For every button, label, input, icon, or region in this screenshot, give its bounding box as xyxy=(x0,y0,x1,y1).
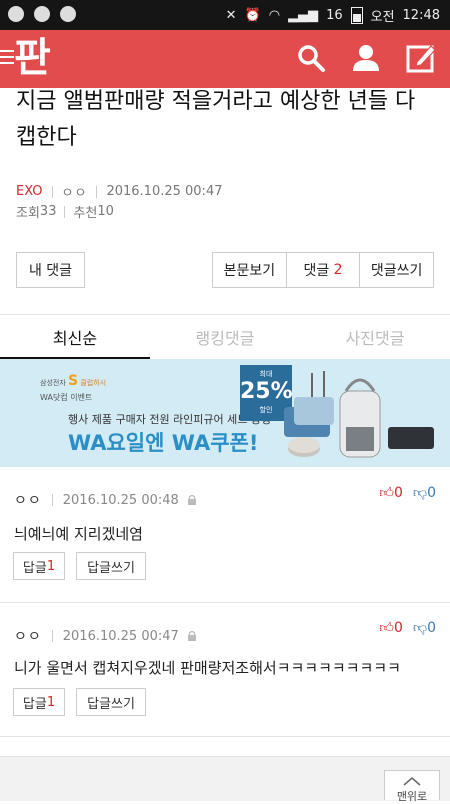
comment-meta: ㅇㅇ 2016.10.25 00:47 xyxy=(14,626,197,646)
chevron-up-icon xyxy=(403,777,421,786)
banner-sub: WA닷컴 이벤트 xyxy=(40,393,93,402)
user-icon[interactable] xyxy=(351,43,381,73)
write-comment-button[interactable]: 댓글쓰기 xyxy=(360,253,433,287)
comment-text: 니가 울면서 캡쳐지우겠네 판매량저조해서ㅋㅋㅋㅋㅋㅋㅋㅋㅋ xyxy=(14,659,401,677)
comment-tabs: 최신순 랭킹댓글 사진댓글 xyxy=(0,314,450,360)
comments-button[interactable]: 댓글 2 xyxy=(287,253,361,287)
downvote-button[interactable]: 👎︎0 xyxy=(413,619,436,636)
upvote-button[interactable]: 👍︎0 xyxy=(379,619,403,636)
talk-icon xyxy=(60,6,76,22)
reply-count: 1 xyxy=(46,558,56,574)
tab-photo[interactable]: 사진댓글 xyxy=(300,315,450,359)
banner-brand: 삼성전자 S 클럽하시 xyxy=(40,373,106,389)
alarm-icon: ⏰ xyxy=(244,8,261,23)
recommend-count: 10 xyxy=(97,204,114,219)
reply-button[interactable]: 답글 1 xyxy=(13,688,65,716)
divider xyxy=(96,185,98,198)
divider xyxy=(51,185,53,198)
upvote-count: 0 xyxy=(393,485,403,501)
reply-label: 답글 xyxy=(22,560,47,576)
status-system-icons: ✕ ⏰ ◠ ▂▄▆ 16 오전 12:48 xyxy=(226,6,440,25)
comment-author: ㅇㅇ xyxy=(14,493,42,509)
views-label: 조회 xyxy=(16,206,40,221)
banner-brand-name: 삼성전자 xyxy=(40,379,66,387)
comments-label: 댓글 xyxy=(303,263,330,279)
divider xyxy=(64,205,66,218)
logo[interactable]: 판 xyxy=(14,34,51,82)
post-category[interactable]: EXO xyxy=(16,184,43,199)
divider xyxy=(51,494,53,506)
post-action-group: 본문보기 댓글 2 댓글쓰기 xyxy=(212,252,434,288)
comment-text: 늬예늬예 지리겠네염 xyxy=(14,525,143,543)
comment-votes: 👍︎0 👎︎0 xyxy=(379,484,436,501)
post-meta: EXO ㅇㅇ 2016.10.25 00:47 xyxy=(16,182,222,201)
my-comments-button[interactable]: 내 댓글 xyxy=(16,252,85,288)
menu-icon[interactable] xyxy=(0,50,14,66)
downvote-count: 0 xyxy=(427,620,436,636)
tab-ranking[interactable]: 랭킹댓글 xyxy=(150,315,300,359)
post-author: ㅇㅇ xyxy=(61,186,88,201)
views-count: 33 xyxy=(39,204,57,219)
comment-author: ㅇㅇ xyxy=(14,629,42,645)
clip-icon xyxy=(34,6,50,22)
tab-latest[interactable]: 최신순 xyxy=(0,315,150,360)
mute-icon: ✕ xyxy=(225,8,237,23)
app-header: 판 xyxy=(0,30,450,88)
scroll-top-label: 맨위로 xyxy=(396,790,428,803)
battery-icon xyxy=(350,7,363,24)
status-notification-icons xyxy=(8,6,76,22)
app-notification-icon xyxy=(8,6,24,22)
reply-button[interactable]: 답글 1 xyxy=(13,552,65,580)
view-body-button[interactable]: 본문보기 xyxy=(213,253,287,287)
footer xyxy=(0,756,450,801)
status-time: 12:48 xyxy=(402,8,440,23)
recommend-label: 추천 xyxy=(73,206,98,221)
signal-strength-text: 16 xyxy=(326,8,343,23)
downvote-button[interactable]: 👎︎0 xyxy=(413,484,436,501)
comment-datetime: 2016.10.25 00:48 xyxy=(62,492,179,508)
product-images xyxy=(284,371,434,458)
banner-brand-sub: 클럽하시 xyxy=(80,379,107,387)
banner-brand-mark: S xyxy=(68,373,79,389)
scroll-top-button[interactable]: 맨위로 xyxy=(384,770,440,803)
reply-count: 1 xyxy=(46,694,56,710)
reply-label: 답글 xyxy=(22,696,47,712)
banner-line2: WA요일엔 WA쿠폰! xyxy=(68,431,259,455)
lock-icon[interactable] xyxy=(187,494,197,506)
write-reply-button[interactable]: 답글쓰기 xyxy=(76,688,146,716)
wifi-icon: ◠ xyxy=(268,8,281,23)
divider xyxy=(0,602,450,603)
status-bar: ✕ ⏰ ◠ ▂▄▆ 16 오전 12:48 xyxy=(0,0,450,30)
divider xyxy=(0,736,450,737)
upvote-button[interactable]: 👍︎0 xyxy=(379,484,403,501)
post-title: 지금 앨범판매량 적을거라고 예상한 년들 다 캡한다 xyxy=(16,89,416,150)
comment-datetime: 2016.10.25 00:47 xyxy=(62,628,179,644)
upvote-count: 0 xyxy=(393,620,403,636)
comments-count: 2 xyxy=(333,262,343,278)
divider xyxy=(51,630,53,642)
post-datetime: 2016.10.25 00:47 xyxy=(106,184,223,199)
downvote-count: 0 xyxy=(427,485,436,501)
ad-banner[interactable]: 삼성전자 S 클럽하시 WA닷컴 이벤트 행사 제품 구매자 전원 라인피규어 … xyxy=(0,359,450,467)
status-ampm: 오전 xyxy=(370,10,395,25)
comment-votes: 👍︎0 👎︎0 xyxy=(379,619,436,636)
lock-icon[interactable] xyxy=(187,630,197,642)
search-icon[interactable] xyxy=(296,43,326,73)
comment-meta: ㅇㅇ 2016.10.25 00:48 xyxy=(14,490,197,510)
post-stats: 조회 33 추천 10 xyxy=(16,202,114,221)
signal-icon: ▂▄▆ xyxy=(288,8,319,23)
write-reply-button[interactable]: 답글쓰기 xyxy=(76,552,146,580)
write-icon[interactable] xyxy=(406,43,436,73)
